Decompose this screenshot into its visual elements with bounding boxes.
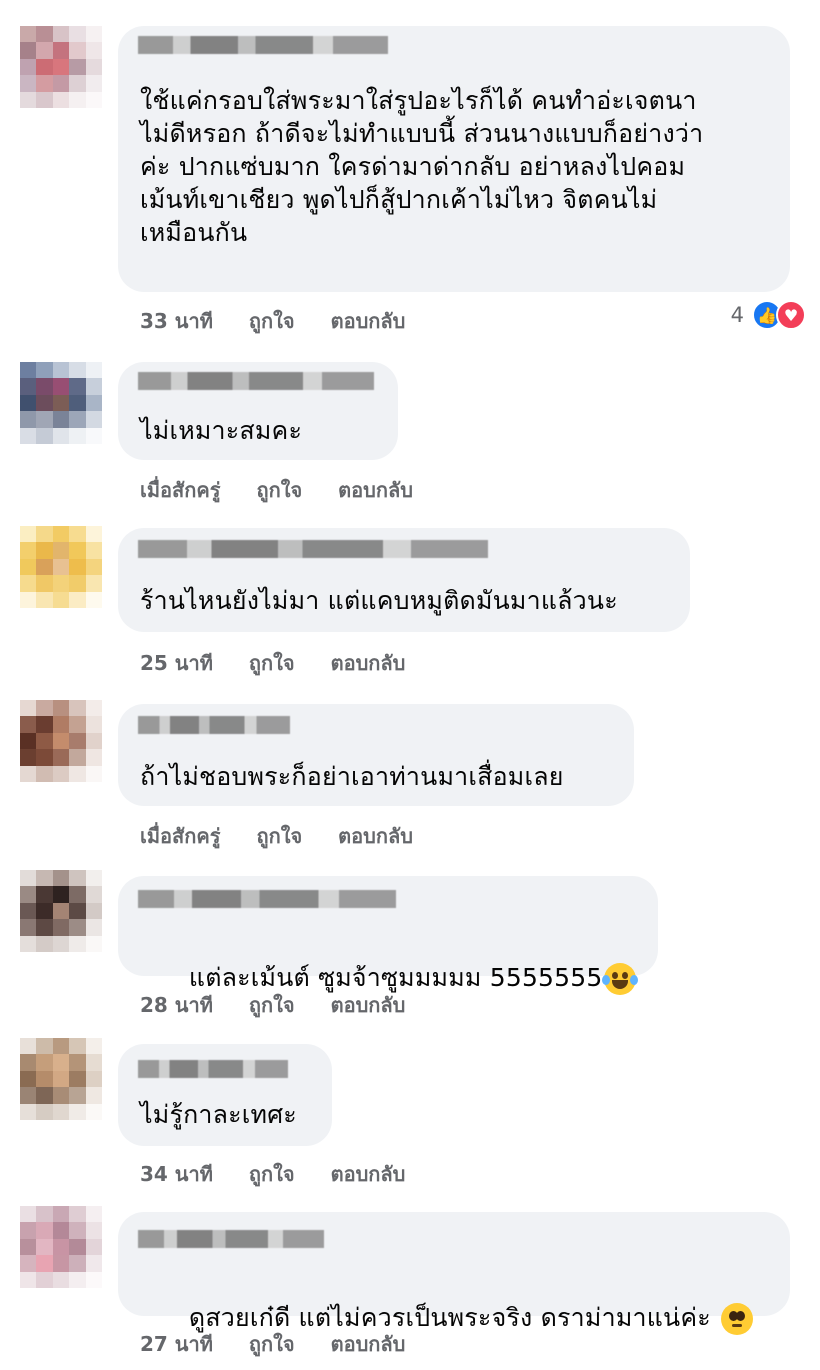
comment-meta: เมื่อสักครู่ ถูกใจ ตอบกลับ — [140, 474, 413, 506]
avatar[interactable] — [20, 362, 102, 444]
author-name-blurred[interactable] — [138, 540, 488, 558]
comment-text-content: แต่ละเม้นต์ ซูมจ้าซูมมมมม 5555555 — [188, 963, 603, 992]
comment-text: ใช้แค่กรอบใส่พระมาใส่รูปอะไรก็ได้ คนทำอ่… — [140, 86, 704, 247]
comment-time[interactable]: เมื่อสักครู่ — [140, 820, 220, 852]
reply-button[interactable]: ตอบกลับ — [338, 474, 413, 506]
comment-text: ไม่เหมาะสมคะ — [140, 416, 303, 445]
comment-time[interactable]: 25 นาที — [140, 647, 213, 679]
author-name-blurred[interactable] — [138, 890, 396, 908]
comment-meta: เมื่อสักครู่ ถูกใจ ตอบกลับ — [140, 820, 413, 852]
comment-bubble: ดูสวยเก๋ดี แต่ไม่ควรเป็นพระจริง ดราม่ามา… — [118, 1212, 790, 1335]
pleading-face-emoji-icon — [721, 1303, 754, 1335]
comment-time[interactable]: 28 นาที — [140, 989, 213, 1021]
comment-bubble: แต่ละเม้นต์ ซูมจ้าซูมมมมม 5555555 — [118, 876, 658, 995]
avatar[interactable] — [20, 870, 102, 952]
laughing-crying-emoji-icon — [602, 963, 639, 995]
comment-meta: 34 นาที ถูกใจ ตอบกลับ — [140, 1158, 405, 1190]
like-button[interactable]: ถูกใจ — [249, 305, 295, 337]
author-name-blurred[interactable] — [138, 372, 374, 390]
comment-bubble: ใช้แค่กรอบใส่พระมาใส่รูปอะไรก็ได้ คนทำอ่… — [118, 26, 790, 292]
reaction-count: 4 — [730, 303, 744, 327]
author-name-blurred[interactable] — [138, 36, 388, 54]
comment-meta: 28 นาที ถูกใจ ตอบกลับ — [140, 989, 405, 1021]
reply-button[interactable]: ตอบกลับ — [331, 1158, 406, 1190]
reply-button[interactable]: ตอบกลับ — [331, 1328, 406, 1360]
author-name-blurred[interactable] — [138, 1230, 324, 1248]
love-icon: ♥ — [776, 300, 806, 330]
comment-time[interactable]: 34 นาที — [140, 1158, 213, 1190]
comment-bubble: ไม่เหมาะสมคะ — [118, 362, 398, 460]
author-name-blurred[interactable] — [138, 1060, 288, 1078]
like-button[interactable]: ถูกใจ — [249, 1328, 295, 1360]
comment-time[interactable]: 27 นาที — [140, 1328, 213, 1360]
avatar[interactable] — [20, 526, 102, 608]
author-name-blurred[interactable] — [138, 716, 290, 734]
avatar[interactable] — [20, 26, 102, 108]
comment-time[interactable]: 33 นาที — [140, 305, 213, 337]
comment-meta: 33 นาที ถูกใจ ตอบกลับ — [140, 305, 405, 337]
comment-time[interactable]: เมื่อสักครู่ — [140, 474, 220, 506]
avatar[interactable] — [20, 1206, 102, 1288]
reply-button[interactable]: ตอบกลับ — [331, 989, 406, 1021]
reply-button[interactable]: ตอบกลับ — [338, 820, 413, 852]
like-button[interactable]: ถูกใจ — [249, 1158, 295, 1190]
like-button[interactable]: ถูกใจ — [256, 820, 302, 852]
avatar[interactable] — [20, 700, 102, 782]
reaction-summary[interactable]: 4 👍 ♥ — [731, 300, 806, 330]
like-button[interactable]: ถูกใจ — [256, 474, 302, 506]
comment-bubble: ร้านไหนยังไม่มา แต่แคบหมูติดมันมาแล้วนะ — [118, 528, 690, 632]
like-button[interactable]: ถูกใจ — [249, 647, 295, 679]
comment-text: ถ้าไม่ชอบพระก็อย่าเอาท่านมาเสื่อมเลย — [140, 762, 564, 791]
comment-bubble: ถ้าไม่ชอบพระก็อย่าเอาท่านมาเสื่อมเลย — [118, 704, 634, 806]
avatar[interactable] — [20, 1038, 102, 1120]
comment-meta: 27 นาที ถูกใจ ตอบกลับ — [140, 1328, 405, 1360]
reply-button[interactable]: ตอบกลับ — [331, 305, 406, 337]
reply-button[interactable]: ตอบกลับ — [331, 647, 406, 679]
comment-text: ร้านไหนยังไม่มา แต่แคบหมูติดมันมาแล้วนะ — [140, 586, 618, 615]
comment-text: ไม่รู้กาละเทศะ — [140, 1100, 297, 1129]
comment-meta: 25 นาที ถูกใจ ตอบกลับ — [140, 647, 405, 679]
like-button[interactable]: ถูกใจ — [249, 989, 295, 1021]
comment-bubble: ไม่รู้กาละเทศะ — [118, 1044, 332, 1146]
